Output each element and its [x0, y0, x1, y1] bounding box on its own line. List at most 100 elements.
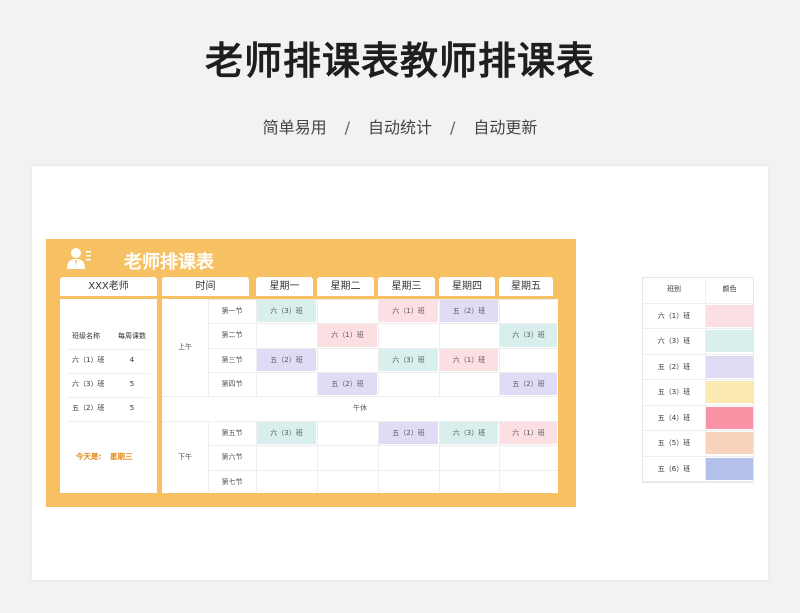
schedule-grid: 上午 下午 午休 第一节 六（3）班 六（1）班 五（2）班 第二节 六（1）班 六（3）班… [162, 299, 558, 493]
legend-color-swatch [706, 381, 753, 403]
day-header-fri: 星期五 [499, 277, 553, 296]
schedule-cell[interactable] [500, 300, 557, 322]
noon-break: 午休 [353, 404, 367, 412]
subtitle-separator: / [344, 118, 350, 137]
legend-row: 五（2）班 [643, 355, 753, 380]
color-legend: 班别 颜色 六（1）班六（3）班五（2）班五（3）班五（4）班五（5）班五（6）… [642, 277, 754, 483]
schedule-cell[interactable]: 五（2）班 [318, 372, 377, 395]
today-value: 星期三 [110, 452, 133, 461]
schedule-cell[interactable] [318, 300, 377, 322]
summary-row: 六（1）班 4 [60, 349, 157, 371]
legend-col-class: 班别 [667, 285, 681, 293]
schedule-cell[interactable]: 六（1）班 [379, 300, 438, 323]
summary-row: 六（3）班 5 [60, 373, 157, 395]
period-label: 第二节 [221, 331, 243, 340]
grid-line [162, 396, 558, 397]
schedule-cell[interactable]: 五（2）班 [379, 422, 438, 445]
schedule-cell[interactable]: 六（3）班 [440, 422, 498, 445]
teacher-avatar-icon [66, 246, 92, 270]
legend-class: 五（4）班 [657, 413, 691, 422]
schedule-cell[interactable] [500, 471, 557, 493]
legend-class: 五（6）班 [657, 464, 691, 473]
legend-class: 五（2）班 [657, 362, 691, 371]
legend-class: 六（3）班 [657, 337, 691, 345]
session-afternoon: 下午 [178, 453, 192, 461]
schedule-cell[interactable]: 六（3）班 [257, 300, 316, 323]
schedule-cell[interactable]: 五（2）班 [440, 300, 498, 323]
legend-class: 五（5）班 [657, 439, 691, 447]
legend-color-swatch [706, 330, 753, 352]
session-morning: 上午 [178, 343, 192, 351]
summary-col-count: 每周课数 [118, 332, 146, 340]
legend-col-color: 颜色 [722, 285, 737, 293]
subtitle-item: 简单易用 [262, 118, 327, 137]
summary-row: 五（2）班 5 [60, 397, 157, 419]
legend-color-swatch [706, 432, 753, 454]
schedule-cell[interactable] [318, 471, 377, 493]
schedule-cell[interactable] [257, 446, 316, 468]
schedule-cell[interactable]: 五（2）班 [500, 372, 557, 395]
legend-color-swatch [706, 304, 753, 327]
schedule-cell[interactable] [318, 422, 377, 444]
summary-class: 六（1）班 [72, 356, 105, 364]
period-label: 第一节 [221, 307, 243, 315]
schedule-cell[interactable]: 六（3）班 [379, 348, 438, 371]
page-title: 老师排课表教师排课表 [204, 39, 595, 83]
summary-header-row: 班级名称 每周课数 [60, 325, 157, 347]
teacher-header: XXX老师 [60, 277, 157, 296]
schedule-cell[interactable] [257, 373, 316, 395]
schedule-cell[interactable] [379, 471, 438, 493]
legend-row: 五（4）班 [643, 406, 753, 431]
schedule-cell[interactable]: 六（3）班 [257, 422, 316, 445]
schedule-cell[interactable] [379, 373, 438, 395]
schedule-cell[interactable] [257, 471, 316, 493]
legend-class: 五（3）班 [657, 388, 691, 396]
divider [68, 421, 150, 422]
period-label: 第七节 [221, 477, 243, 486]
legend-class: 六（1）班 [657, 311, 691, 320]
page-subtitle: 简单易用 / 自动统计 / 自动更新 [0, 114, 800, 138]
legend-row: 五（3）班 [643, 380, 753, 406]
schedule-cell[interactable] [500, 446, 557, 468]
schedule-cell[interactable] [318, 349, 377, 371]
time-header: 时间 [162, 277, 249, 296]
schedule-cell[interactable]: 五（2）班 [257, 348, 316, 371]
legend-color-swatch [706, 406, 753, 429]
day-header-thu: 星期四 [439, 277, 495, 296]
subtitle-separator: / [450, 118, 456, 137]
day-header-wed: 星期三 [378, 277, 435, 296]
schedule-cell[interactable] [257, 324, 316, 346]
today-label: 今天是: [76, 452, 102, 461]
class-summary: 班级名称 每周课数 六（1）班 4 六（3）班 5 五（2）班 5 今天是: 星… [60, 299, 157, 493]
legend-row: 六（3）班 [643, 329, 753, 355]
legend-header-row: 班别 颜色 [643, 278, 753, 304]
schedule-cell[interactable]: 六（1）班 [318, 324, 377, 347]
subtitle-item: 自动更新 [473, 118, 538, 137]
panel-title: 老师排课表 [124, 252, 214, 273]
summary-count: 5 [129, 404, 135, 412]
day-header-tue: 星期二 [317, 277, 374, 296]
period-label: 第三节 [221, 355, 243, 364]
schedule-cell[interactable]: 六（3）班 [500, 324, 557, 347]
legend-row: 六（1）班 [643, 304, 753, 329]
schedule-cell[interactable]: 六（1）班 [500, 422, 557, 445]
schedule-cell[interactable] [379, 446, 438, 468]
schedule-cell[interactable] [379, 324, 438, 346]
period-label: 第六节 [221, 453, 243, 462]
schedule-cell[interactable] [440, 446, 498, 468]
schedule-cell[interactable] [440, 471, 498, 493]
day-header-mon: 星期一 [256, 277, 313, 296]
period-label: 第五节 [221, 429, 243, 437]
schedule-cell[interactable] [500, 349, 557, 371]
legend-row: 五（6）班 [643, 457, 753, 482]
schedule-cell[interactable] [440, 373, 498, 395]
legend-color-swatch [706, 355, 753, 378]
summary-count: 4 [129, 356, 135, 364]
schedule-cell[interactable] [318, 446, 377, 468]
subtitle-item: 自动统计 [367, 118, 432, 137]
summary-col-class: 班级名称 [72, 332, 100, 340]
schedule-cell[interactable]: 六（1）班 [440, 348, 498, 371]
summary-count: 5 [129, 380, 135, 388]
schedule-cell[interactable] [440, 324, 498, 346]
legend-color-swatch [706, 457, 753, 480]
